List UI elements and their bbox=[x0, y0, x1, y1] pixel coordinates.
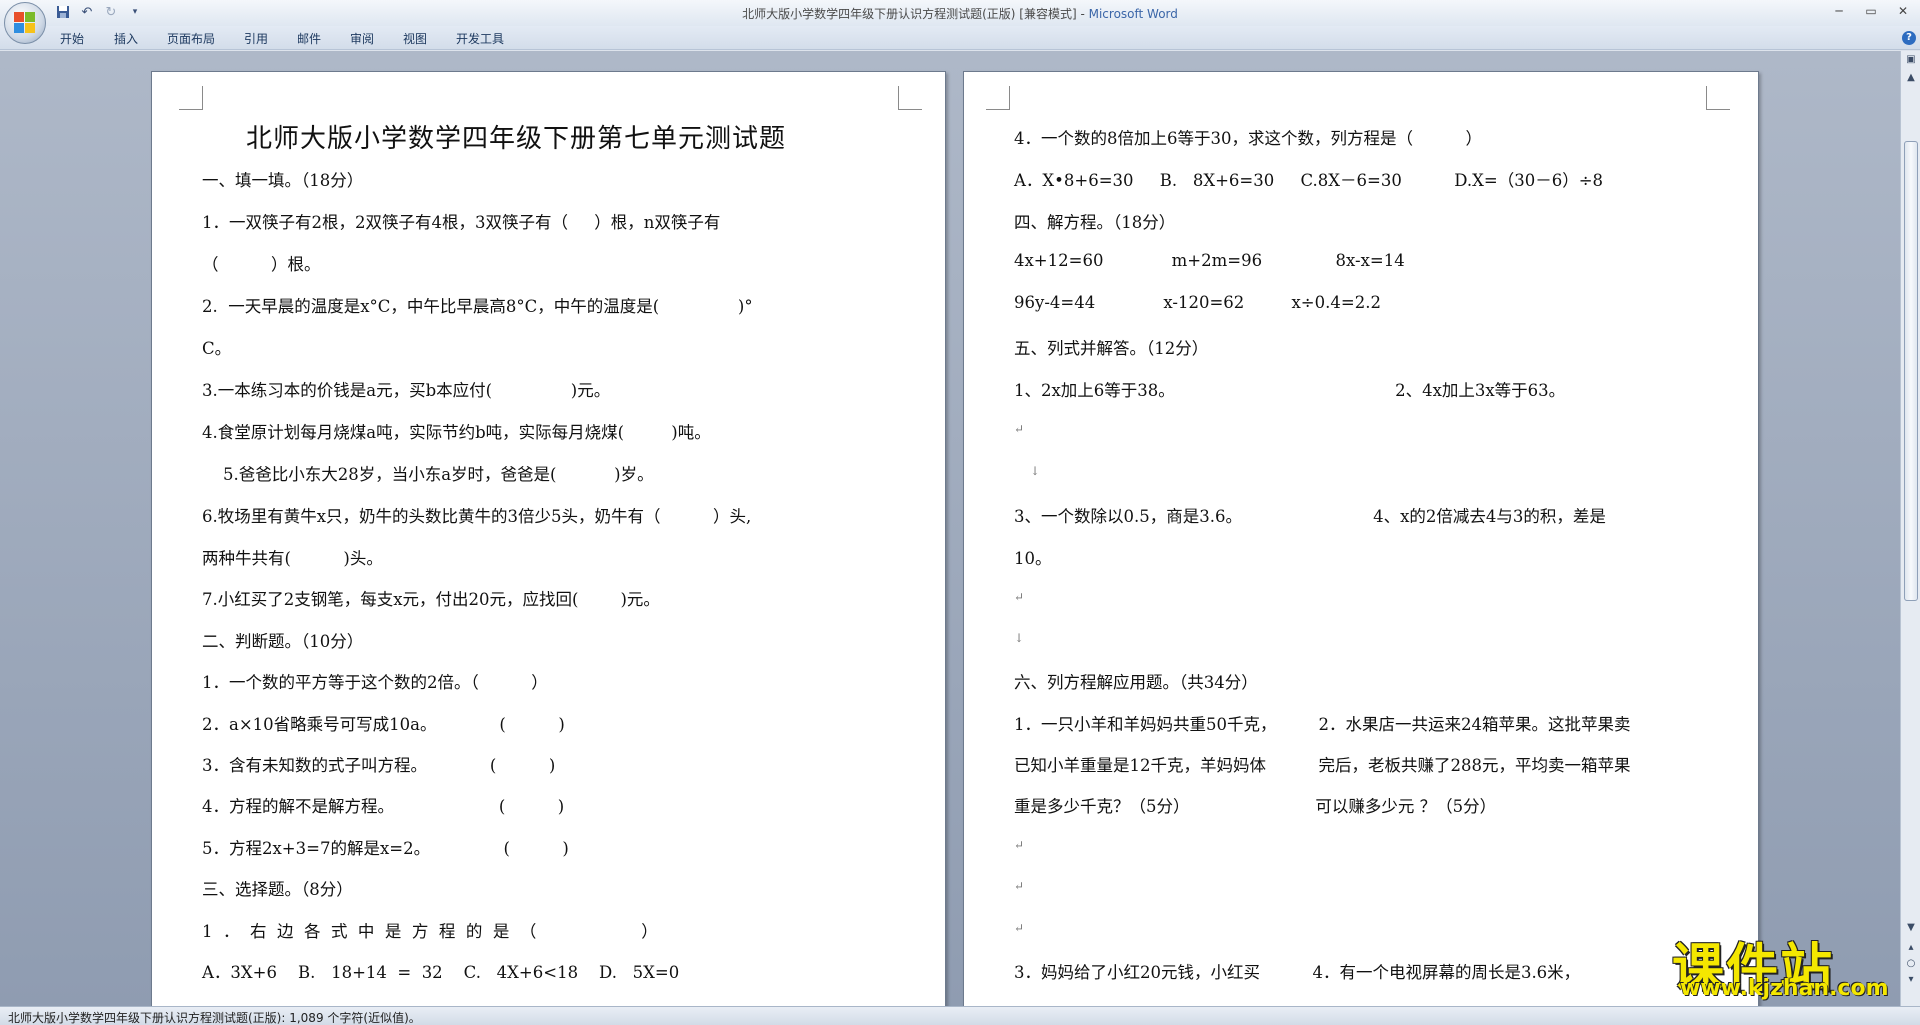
doc-line: 4x+12=60 m+2m=96 8x-x=14 bbox=[1014, 251, 1405, 270]
doc-line: 六、列方程解应用题。（共34分） bbox=[1014, 673, 1258, 692]
doc-line: 4．方程的解不是解方程。 ( ) bbox=[202, 797, 565, 816]
doc-line: 1．一个数的平方等于这个数的2倍。（ ） bbox=[202, 673, 548, 692]
doc-line: 五、列式并解答。（12分） bbox=[1014, 339, 1209, 358]
ribbon-tab-bar: 开始 插入 页面布局 引用 邮件 审阅 视图 开发工具 ? bbox=[0, 26, 1920, 50]
doc-line: （ ）根。 bbox=[202, 255, 321, 274]
tab-insert[interactable]: 插入 bbox=[114, 30, 138, 47]
status-bar: 北师大版小学数学四年级下册认识方程测试题(正版): 1,089 个字符(近似值)… bbox=[0, 1006, 1920, 1025]
doc-line: 6.牧场里有黄牛x只，奶牛的头数比黄牛的3倍少5头，奶牛有（ ）头, bbox=[202, 507, 752, 526]
paragraph-mark: ↵ bbox=[1014, 838, 1025, 852]
window-controls: ─ ▭ ✕ bbox=[1828, 2, 1914, 20]
doc-line: 已知小羊重量是12千克，羊妈妈体 完后，老板共赚了288元，平均卖一箱苹果 bbox=[1014, 756, 1631, 775]
tab-references[interactable]: 引用 bbox=[244, 30, 268, 47]
tab-home[interactable]: 开始 bbox=[60, 30, 84, 47]
doc-line: 3.一本练习本的价钱是a元，买b本应付( )元。 bbox=[202, 381, 611, 400]
ruler-toggle-icon[interactable]: ▣ bbox=[1904, 53, 1918, 67]
paragraph-mark: ↓ bbox=[1014, 631, 1025, 645]
doc-line: 1 ． 右 边 各 式 中 是 方 程 的 是 （ ） bbox=[202, 922, 658, 941]
doc-line: A．3X+6 B. 18+14 = 32 C. 4X+6<18 D. 5X=0 bbox=[202, 963, 680, 982]
close-icon[interactable]: ✕ bbox=[1892, 2, 1914, 20]
doc-line: C。 bbox=[202, 339, 232, 358]
paragraph-mark: ↵ bbox=[1014, 879, 1025, 893]
document-title: 北师大版小学数学四年级下册认识方程测试题(正版) [兼容模式] - bbox=[742, 7, 1089, 21]
doc-line: 2. 一天早晨的温度是x°C，中午比早晨高8°C，中午的温度是( )° bbox=[202, 297, 753, 316]
doc-line: 5．方程2x+3=7的解是x=2。 ( ) bbox=[202, 839, 569, 858]
office-button[interactable] bbox=[4, 2, 46, 44]
paragraph-mark: ↵ bbox=[1014, 422, 1025, 436]
doc-line: 2．a×10省略乘号可写成10a。 ( ) bbox=[202, 715, 565, 734]
doc-line: 3．妈妈给了小红20元钱，小红买 4．有一个电视屏幕的周长是3.6米， bbox=[1014, 963, 1581, 982]
window-title: 北师大版小学数学四年级下册认识方程测试题(正版) [兼容模式] - Micros… bbox=[0, 5, 1920, 22]
tab-page-layout[interactable]: 页面布局 bbox=[167, 30, 215, 47]
tab-mailings[interactable]: 邮件 bbox=[297, 30, 321, 47]
doc-line: 两种牛共有( )头。 bbox=[202, 549, 383, 568]
minimize-icon[interactable]: ─ bbox=[1828, 2, 1850, 20]
help-icon[interactable]: ? bbox=[1902, 31, 1916, 45]
doc-line: 7.小红买了2支钢笔，每支x元，付出20元，应找回( )元。 bbox=[202, 590, 660, 609]
doc-line: 5.爸爸比小东大28岁，当小东a岁时，爸爸是( )岁。 bbox=[202, 465, 654, 484]
doc-line: 1、2x加上6等于38。 2、4x加上3x等于63。 bbox=[1014, 381, 1566, 400]
doc-line: A．X•8+6=30 B. 8X+6=30 C.8X－6=30 D.X=（30－… bbox=[1014, 171, 1604, 190]
doc-line: 10。 bbox=[1014, 549, 1052, 568]
doc-line: 1．一只小羊和羊妈妈共重50千克， 2．水果店一共运来24箱苹果。这批苹果卖 bbox=[1014, 715, 1631, 734]
margin-corner-mark bbox=[1706, 86, 1730, 110]
page-right[interactable]: 4．一个数的8倍加上6等于30，求这个数，列方程是（ ） A．X•8+6=30 … bbox=[963, 71, 1759, 1011]
doc-line: 96y-4=44 x-120=62 x÷0.4=2.2 bbox=[1014, 293, 1381, 312]
document-area: 北师大版小学数学四年级下册第七单元测试题 一、填一填。（18分） 1．一双筷子有… bbox=[0, 51, 1900, 1011]
tab-review[interactable]: 审阅 bbox=[350, 30, 374, 47]
doc-line: 三、选择题。（8分） bbox=[202, 880, 353, 899]
status-text: 北师大版小学数学四年级下册认识方程测试题(正版): 1,089 个字符(近似值)… bbox=[8, 1011, 421, 1025]
watermark-logo: 课件站 www.kjzhan.com bbox=[1668, 926, 1908, 1006]
doc-line: 四、解方程。（18分） bbox=[1014, 213, 1176, 232]
margin-corner-mark bbox=[986, 86, 1010, 110]
doc-line: 3．含有未知数的式子叫方程。 ( ) bbox=[202, 756, 556, 775]
document-heading: 北师大版小学数学四年级下册第七单元测试题 bbox=[246, 124, 787, 154]
doc-line: 1．一双筷子有2根，2双筷子有4根，3双筷子有（ ）根，n双筷子有 bbox=[202, 213, 721, 232]
title-bar: ↶ ↻ ▾ 北师大版小学数学四年级下册认识方程测试题(正版) [兼容模式] - … bbox=[0, 0, 1920, 44]
page-left[interactable]: 北师大版小学数学四年级下册第七单元测试题 一、填一填。（18分） 1．一双筷子有… bbox=[151, 71, 946, 1011]
watermark-url: www.kjzhan.com bbox=[1680, 976, 1889, 1001]
margin-corner-mark bbox=[179, 86, 203, 110]
paragraph-mark: ↓ bbox=[1030, 464, 1041, 478]
maximize-icon[interactable]: ▭ bbox=[1860, 2, 1882, 20]
doc-line: 重是多少千克？（5分） 可以赚多少元 ？（5分） bbox=[1014, 797, 1497, 816]
vertical-scrollbar[interactable]: ▣ ▲ ▼ ▴ ○ ▾ bbox=[1900, 51, 1920, 1006]
paragraph-mark: ↵ bbox=[1014, 590, 1025, 604]
margin-corner-mark bbox=[898, 86, 922, 110]
scrollbar-thumb[interactable] bbox=[1904, 141, 1918, 601]
tab-view[interactable]: 视图 bbox=[403, 30, 427, 47]
paragraph-mark: ↵ bbox=[1014, 921, 1025, 935]
app-name: Microsoft Word bbox=[1088, 7, 1178, 21]
doc-line: 4.食堂原计划每月烧煤a吨，实际节约b吨，实际每月烧煤( )吨。 bbox=[202, 423, 711, 442]
office-logo-icon bbox=[14, 12, 36, 34]
scroll-up-icon[interactable]: ▲ bbox=[1904, 71, 1918, 85]
doc-line: 二、判断题。（10分） bbox=[202, 632, 364, 651]
tab-developer[interactable]: 开发工具 bbox=[456, 30, 504, 47]
doc-line: 一、填一填。（18分） bbox=[202, 171, 364, 190]
doc-line: 3、一个数除以0.5，商是3.6。 4、x的2倍减去4与3的积，差是 bbox=[1014, 507, 1606, 526]
doc-line: 4．一个数的8倍加上6等于30，求这个数，列方程是（ ） bbox=[1014, 129, 1482, 148]
